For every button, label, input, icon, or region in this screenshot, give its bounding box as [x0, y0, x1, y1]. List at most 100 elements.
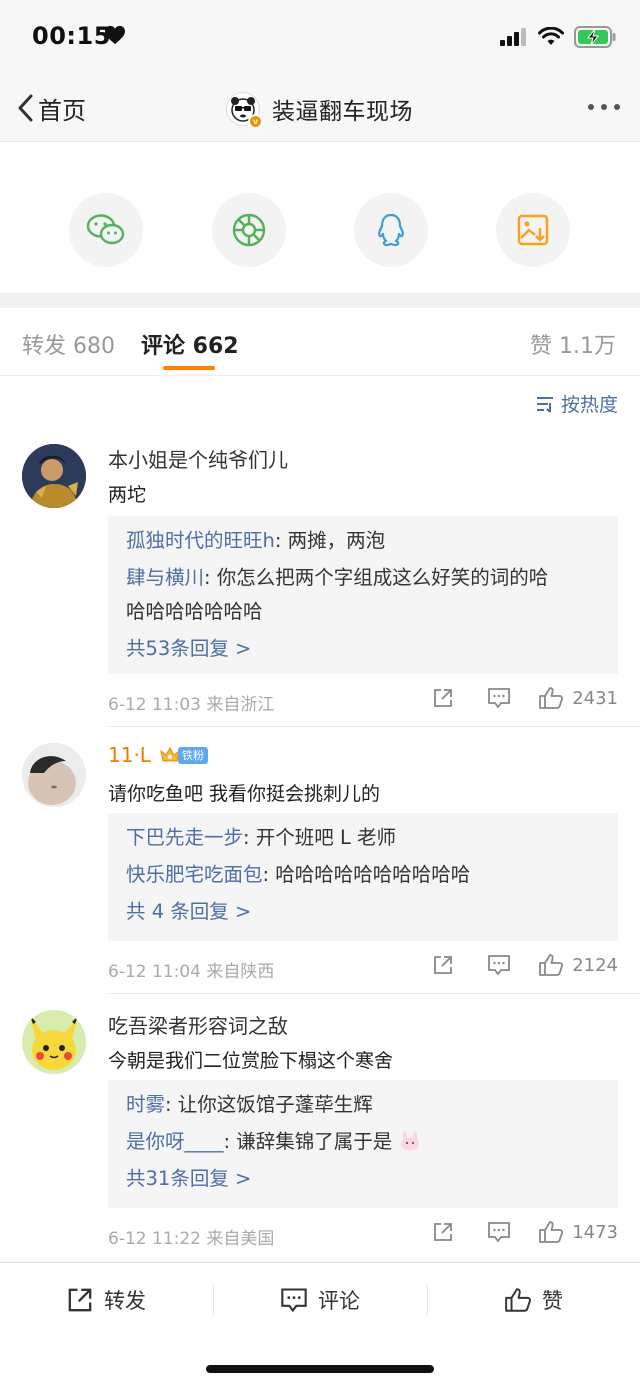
- view-more-replies-link[interactable]: 共53条回复 >: [126, 632, 600, 666]
- reply-text: : 你怎么把两个字组成这么好笑的词的哈: [204, 566, 549, 589]
- reply-item: 肆与横川: 你怎么把两个字组成这么好笑的词的哈 哈哈哈哈哈哈哈: [126, 561, 600, 629]
- wechat-icon: [86, 214, 125, 245]
- comment-icon: [281, 1288, 307, 1313]
- like-count: 2124: [572, 954, 618, 976]
- view-more-replies-link[interactable]: 共 4 条回复 >: [126, 895, 600, 929]
- save-image-icon: [517, 214, 549, 246]
- header-avatar[interactable]: v: [226, 92, 263, 129]
- comment-location: 来自美国: [206, 1229, 275, 1249]
- repost-button[interactable]: 转发: [66, 1285, 146, 1315]
- comment-text: 请你吃鱼吧 我看你挺会挑刺儿的: [108, 783, 381, 805]
- reply-username[interactable]: 是你呀____: [126, 1130, 224, 1153]
- active-tab-indicator: [163, 366, 215, 370]
- fan-badge-label: 铁粉: [177, 746, 208, 764]
- chevron-left-icon: [18, 94, 33, 122]
- dot-icon: [588, 104, 594, 110]
- dot-icon: [614, 104, 620, 110]
- reply-username[interactable]: 时雾: [126, 1093, 165, 1116]
- comment-button[interactable]: 评论: [280, 1285, 360, 1315]
- repost-label: 转发: [104, 1289, 146, 1313]
- like-count: 1473: [572, 1221, 618, 1243]
- like-button[interactable]: 赞: [504, 1285, 563, 1315]
- reply-username[interactable]: 下巴先走一步: [126, 826, 243, 849]
- like-comment-button[interactable]: 1473: [538, 1220, 618, 1244]
- share-moments-button[interactable]: [212, 193, 286, 267]
- reply-comment-button[interactable]: [486, 954, 512, 976]
- sort-label: 按热度: [560, 394, 618, 416]
- qq-icon: [378, 213, 404, 247]
- reply-item: 孤独时代的旺旺h: 两摊，两泡: [126, 524, 600, 558]
- share-icon: [434, 1223, 453, 1241]
- comment-time: 6-12 11:04: [108, 962, 201, 982]
- reply-text: : 让你这饭馆子蓬荜生辉: [165, 1093, 373, 1116]
- reply-box[interactable]: 孤独时代的旺旺h: 两摊，两泡 肆与横川: 你怎么把两个字组成这么好笑的词的哈 …: [108, 516, 618, 674]
- comment-location: 来自陕西: [206, 962, 275, 982]
- sort-button[interactable]: 按热度: [535, 390, 618, 417]
- reply-item: 时雾: 让你这饭馆子蓬荜生辉: [126, 1088, 600, 1122]
- sort-icon: [536, 396, 553, 413]
- page-title: 装逼翻车现场: [272, 99, 413, 125]
- reply-comment-button[interactable]: [486, 687, 512, 709]
- header-user[interactable]: v 装逼翻车现场: [226, 90, 413, 129]
- reply-username[interactable]: 快乐肥宅吃面包: [126, 863, 263, 886]
- thumbs-up-icon: [505, 1288, 531, 1312]
- username-text[interactable]: 吃吾梁者形容词之敌: [108, 1010, 288, 1039]
- avatar-warrior-image: [22, 444, 86, 508]
- section-divider: [0, 293, 640, 308]
- like-comment-button[interactable]: 2124: [538, 953, 618, 977]
- reply-box[interactable]: 下巴先走一步: 开个班吧 L 老师 快乐肥宅吃面包: 哈哈哈哈哈哈哈哈哈哈 共 …: [108, 813, 618, 941]
- comment-time: 6-12 11:03: [108, 695, 201, 715]
- comment-actions: 2124: [430, 953, 618, 977]
- tab-bar: 转发 680 评论 662 赞 1.1万: [0, 308, 640, 376]
- separator: [213, 1285, 214, 1315]
- like-count: 2431: [572, 687, 618, 709]
- divider: [108, 726, 640, 727]
- reply-text: : 开个班吧 L 老师: [243, 826, 397, 849]
- divider: [108, 993, 640, 994]
- username-text[interactable]: 11·L: [108, 743, 151, 767]
- comment-icon: [488, 688, 511, 709]
- dot-icon: [601, 104, 607, 110]
- repost-comment-button[interactable]: [430, 1221, 456, 1243]
- share-qq-button[interactable]: [354, 193, 428, 267]
- nav-header: 首页 v 装逼翻车现场: [0, 76, 640, 142]
- comment-actions: 1473: [430, 1220, 618, 1244]
- status-bar: 00:15: [0, 0, 640, 76]
- comment-username[interactable]: 11·L 铁粉: [108, 743, 208, 767]
- share-wechat-button[interactable]: [69, 193, 143, 267]
- reply-username[interactable]: 肆与横川: [126, 566, 204, 589]
- like-comment-button[interactable]: 2431: [538, 686, 618, 710]
- comment-username[interactable]: 吃吾梁者形容词之敌: [108, 1010, 288, 1039]
- rabbit-emoji-icon: [400, 1131, 419, 1151]
- save-image-button[interactable]: [496, 193, 570, 267]
- comment-username[interactable]: 本小姐是个纯爷们儿: [108, 444, 288, 473]
- heart-icon: [105, 25, 125, 45]
- reply-box[interactable]: 时雾: 让你这饭馆子蓬荜生辉 是你呀____: 谦辞集锦了属于是 共31条回复 …: [108, 1080, 618, 1208]
- back-label: 首页: [38, 96, 86, 125]
- reply-text: : 谦辞集锦了属于是: [223, 1130, 393, 1153]
- tab-repost[interactable]: 转发 680: [22, 328, 115, 360]
- avatar[interactable]: [22, 743, 86, 807]
- avatar[interactable]: [22, 444, 86, 508]
- reply-comment-button[interactable]: [486, 1221, 512, 1243]
- comment-time: 6-12 11:22: [108, 1229, 201, 1249]
- comment-location: 来自浙江: [206, 695, 275, 715]
- more-options-button[interactable]: [588, 104, 620, 110]
- home-indicator[interactable]: [206, 1365, 434, 1373]
- repost-comment-button[interactable]: [430, 687, 456, 709]
- username-text[interactable]: 本小姐是个纯爷们儿: [108, 444, 288, 473]
- like-label: 赞: [542, 1289, 563, 1313]
- reply-item: 下巴先走一步: 开个班吧 L 老师: [126, 821, 600, 855]
- thumbs-up-icon: [539, 1221, 564, 1243]
- repost-comment-button[interactable]: [430, 954, 456, 976]
- share-row: [0, 143, 640, 293]
- view-more-replies-link[interactable]: 共31条回复 >: [126, 1162, 600, 1196]
- moments-icon: [232, 213, 266, 247]
- tab-comment[interactable]: 评论 662: [141, 328, 239, 360]
- separator: [427, 1285, 428, 1315]
- avatar[interactable]: [22, 1010, 86, 1074]
- reply-username[interactable]: 孤独时代的旺旺h: [126, 529, 275, 552]
- back-button[interactable]: 首页: [16, 90, 86, 126]
- tab-like[interactable]: 赞 1.1万: [530, 328, 616, 360]
- avatar-pikachu-image: [22, 1010, 86, 1074]
